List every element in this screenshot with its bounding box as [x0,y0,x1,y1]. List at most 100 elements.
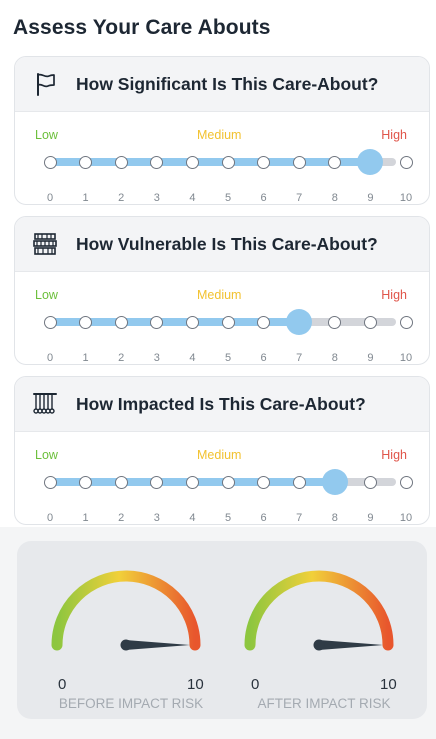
tick-label: 6 [260,192,267,204]
slider-step-4[interactable] [185,156,199,169]
slider-step-7[interactable] [292,476,306,489]
medium-label: Medium [197,448,242,462]
tick-label: 0 [46,512,54,524]
medium-label: Medium [197,128,242,142]
tick-label: 9 [367,192,374,204]
gauge-arc [51,570,201,651]
newtons-cradle-icon [33,393,57,414]
card-title: How Vulnerable Is This Care-About? [76,234,378,254]
slider-step-4[interactable] [185,476,199,489]
tick-label: 7 [296,512,303,524]
tick-label: 5 [224,512,232,524]
tick-label: 8 [331,192,338,204]
slider-step-10[interactable] [399,316,413,329]
tick-label: 10 [399,352,413,364]
stacked-books-icon [33,233,57,255]
significance-slider[interactable]: 0 1 2 3 4 5 6 7 8 9 10 [15,147,429,204]
slider-step-5[interactable] [221,316,235,329]
tick-label: 5 [224,352,232,364]
tick-label: 5 [224,192,232,204]
gauge-needle [126,640,190,650]
gauge-max-label: 10 [187,676,204,693]
tick-label: 8 [331,512,338,524]
slider-step-7[interactable] [292,156,306,169]
slider-step-2[interactable] [114,476,128,489]
tick-label: 9 [367,352,374,364]
tick-label: 3 [153,352,160,364]
gauge-min-label: 0 [58,676,67,693]
tick-label: 4 [189,352,196,364]
slider-step-2[interactable] [114,316,128,329]
low-label: Low [35,128,58,142]
tick-label: 10 [399,192,413,204]
gauge-hub [120,639,132,651]
slider-step-2[interactable] [114,156,128,169]
slider-handle[interactable] [286,309,313,335]
slider-step-0[interactable] [43,156,57,169]
gauge-label: AFTER IMPACT RISK [257,696,391,711]
tick-label: 7 [296,352,303,364]
tick-label: 0 [46,352,54,364]
significance-card: How Significant Is This Care-About? Low … [14,56,430,205]
slider-step-9[interactable] [363,476,377,489]
tick-label: 7 [296,192,303,204]
tick-label: 10 [399,512,413,524]
slider-track-fill [50,158,371,166]
low-label: Low [35,288,58,302]
slider-handle[interactable] [357,149,384,175]
slider-step-5[interactable] [221,156,235,169]
flag-icon [37,73,55,96]
low-label: Low [35,448,58,462]
slider-step-5[interactable] [221,476,235,489]
high-label: High [381,288,407,302]
gauge-needle [319,640,383,650]
slider-handle[interactable] [321,469,348,495]
slider-step-3[interactable] [150,156,164,169]
slider-step-0[interactable] [43,316,57,329]
card-title: How Impacted Is This Care-About? [76,394,366,414]
tick-label: 1 [82,512,89,524]
gauge-max-label: 10 [380,676,397,693]
impact-card: How Impacted Is This Care-About? Low Med… [14,376,430,525]
slider-step-9[interactable] [363,316,377,329]
tick-label: 0 [46,192,54,204]
tick-label: 3 [153,192,160,204]
tick-label: 2 [118,512,125,524]
tick-label: 1 [82,192,89,204]
tick-label: 2 [118,352,125,364]
slider-step-3[interactable] [150,316,164,329]
slider-step-8[interactable] [328,316,342,329]
slider-step-1[interactable] [79,476,93,489]
vulnerability-card: How Vulnerable Is This Care-About? Low M… [14,216,430,365]
tick-label: 4 [189,192,196,204]
vulnerability-slider[interactable]: 0 1 2 3 4 5 6 7 8 9 10 [15,307,429,364]
card-header: How Vulnerable Is This Care-About? [15,217,429,272]
slider-step-10[interactable] [399,156,413,169]
slider-step-6[interactable] [257,156,271,169]
slider-step-6[interactable] [257,316,271,329]
before-impact-gauge: 0 10 BEFORE IMPACT RISK [46,563,216,713]
slider-step-4[interactable] [185,316,199,329]
slider-step-8[interactable] [328,156,342,169]
slider-step-3[interactable] [150,476,164,489]
slider-step-6[interactable] [257,476,271,489]
tick-label: 8 [331,352,338,364]
slider-step-10[interactable] [399,476,413,489]
risk-panel: 0 10 BEFORE IMPACT RISK 0 10 AFTER IMPAC… [17,541,427,719]
tick-label: 1 [82,352,89,364]
gauge-hub [313,639,325,651]
card-header: How Impacted Is This Care-About? [15,377,429,432]
card-title: How Significant Is This Care-About? [76,74,379,94]
impact-slider[interactable]: 0 1 2 3 4 5 6 7 8 9 10 [15,467,429,524]
gauge-label: BEFORE IMPACT RISK [58,696,204,711]
slider-step-1[interactable] [79,156,93,169]
slider-step-0[interactable] [43,476,57,489]
medium-label: Medium [197,288,242,302]
tick-label: 4 [189,512,196,524]
slider-step-1[interactable] [79,316,93,329]
gauge-min-label: 0 [251,676,260,693]
card-header: How Significant Is This Care-About? [15,57,429,112]
tick-label: 9 [367,512,374,524]
tick-label: 3 [153,512,160,524]
tick-label: 6 [260,352,267,364]
